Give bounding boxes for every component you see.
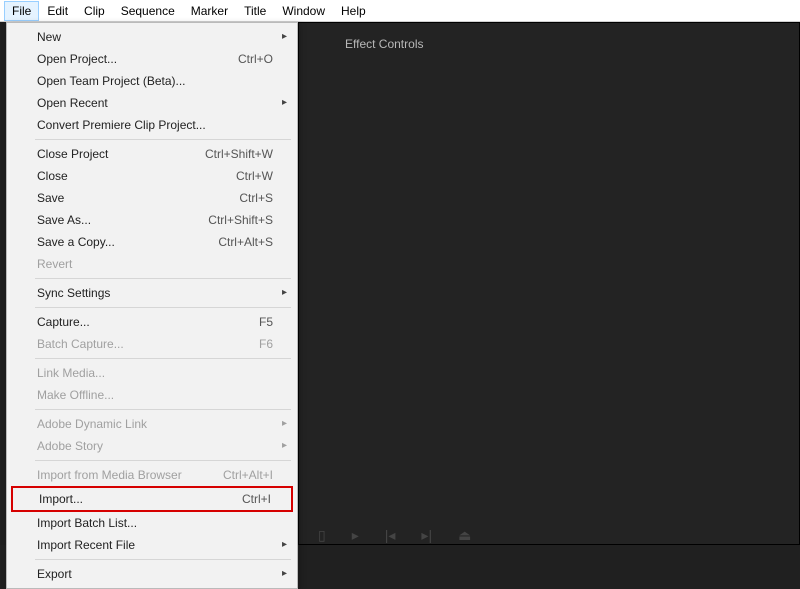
- menu-item-label: Open Project...: [37, 51, 117, 67]
- menu-item-export[interactable]: Export ▸: [9, 563, 295, 585]
- menu-item-label: Import...: [39, 491, 83, 507]
- menu-item-label: Save As...: [37, 212, 91, 228]
- menubar-item-edit[interactable]: Edit: [39, 1, 76, 21]
- chevron-right-icon: ▸: [282, 285, 287, 301]
- menu-item-import-batch-list[interactable]: Import Batch List...: [9, 512, 295, 534]
- menu-item-label: New: [37, 29, 61, 45]
- chevron-right-icon: ▸: [282, 416, 287, 432]
- menu-item-import[interactable]: Import... Ctrl+I: [13, 488, 291, 510]
- menu-separator: [35, 559, 291, 560]
- menu-separator: [35, 409, 291, 410]
- menu-item-shortcut: Ctrl+W: [236, 168, 273, 184]
- menu-item-shortcut: Ctrl+S: [239, 190, 273, 206]
- file-menu-dropdown: New ▸ Open Project... Ctrl+O Open Team Proje…: [6, 22, 298, 589]
- menu-item-label: Close: [37, 168, 68, 184]
- menu-item-label: Capture...: [37, 314, 90, 330]
- menu-item-label: Close Project: [37, 146, 108, 162]
- menubar-item-help[interactable]: Help: [333, 1, 374, 21]
- menu-item-label: Open Recent: [37, 95, 108, 111]
- effect-controls-panel: Effect Controls: [298, 22, 800, 545]
- menu-item-shortcut: Ctrl+Shift+W: [205, 146, 273, 162]
- menu-separator: [35, 139, 291, 140]
- menu-separator: [35, 358, 291, 359]
- menu-item-link-media: Link Media...: [9, 362, 295, 384]
- chevron-right-icon: ▸: [282, 95, 287, 111]
- menu-item-close-project[interactable]: Close Project Ctrl+Shift+W: [9, 143, 295, 165]
- menubar-item-marker[interactable]: Marker: [183, 1, 236, 21]
- menu-item-new[interactable]: New ▸: [9, 26, 295, 48]
- menubar-item-file[interactable]: File: [4, 1, 39, 21]
- menu-item-open-team-project-beta[interactable]: Open Team Project (Beta)...: [9, 70, 295, 92]
- menu-item-label: Export: [37, 566, 72, 582]
- menu-item-revert: Revert: [9, 253, 295, 275]
- chevron-right-icon: ▸: [282, 438, 287, 454]
- menu-item-label: Save a Copy...: [37, 234, 115, 250]
- menubar-item-title[interactable]: Title: [236, 1, 274, 21]
- menu-item-save-as[interactable]: Save As... Ctrl+Shift+S: [9, 209, 295, 231]
- step-fwd-icon[interactable]: ▸|: [421, 527, 432, 544]
- menu-item-open-recent[interactable]: Open Recent ▸: [9, 92, 295, 114]
- menubar-item-clip[interactable]: Clip: [76, 1, 113, 21]
- menu-item-convert-premiere-clip-project[interactable]: Convert Premiere Clip Project...: [9, 114, 295, 136]
- menu-item-label: Sync Settings: [37, 285, 110, 301]
- chevron-right-icon: ▸: [282, 566, 287, 582]
- menu-item-save-a-copy[interactable]: Save a Copy... Ctrl+Alt+S: [9, 231, 295, 253]
- highlight-import: Import... Ctrl+I: [11, 486, 293, 512]
- menu-separator: [35, 307, 291, 308]
- menu-item-shortcut: Ctrl+Alt+S: [218, 234, 273, 250]
- menu-item-open-project[interactable]: Open Project... Ctrl+O: [9, 48, 295, 70]
- menu-item-label: Save: [37, 190, 64, 206]
- menu-separator: [35, 460, 291, 461]
- menu-separator: [35, 278, 291, 279]
- menu-item-shortcut: Ctrl+Alt+I: [223, 467, 273, 483]
- menu-item-batch-capture: Batch Capture... F6: [9, 333, 295, 355]
- menu-item-capture[interactable]: Capture... F5: [9, 311, 295, 333]
- menu-item-save[interactable]: Save Ctrl+S: [9, 187, 295, 209]
- menu-item-import-from-media-browser: Import from Media Browser Ctrl+Alt+I: [9, 464, 295, 486]
- menu-item-shortcut: Ctrl+O: [238, 51, 273, 67]
- menu-item-label: Open Team Project (Beta)...: [37, 73, 186, 89]
- panel-tab-effect-controls[interactable]: Effect Controls: [299, 23, 799, 51]
- menu-item-shortcut: Ctrl+Shift+S: [208, 212, 273, 228]
- menu-item-label: Import from Media Browser: [37, 467, 182, 483]
- menu-item-close[interactable]: Close Ctrl+W: [9, 165, 295, 187]
- menu-item-label: Adobe Dynamic Link: [37, 416, 147, 432]
- menu-item-label: Make Offline...: [37, 387, 114, 403]
- menu-item-label: Batch Capture...: [37, 336, 124, 352]
- chevron-right-icon: ▸: [282, 29, 287, 45]
- menu-item-label: Adobe Story: [37, 438, 103, 454]
- menubar: FileEditClipSequenceMarkerTitleWindowHel…: [0, 0, 800, 22]
- step-back-icon[interactable]: |◂: [385, 527, 396, 544]
- menubar-item-window[interactable]: Window: [274, 1, 333, 21]
- menu-item-adobe-dynamic-link: Adobe Dynamic Link ▸: [9, 413, 295, 435]
- camera-icon[interactable]: ⏏: [458, 527, 471, 544]
- menu-item-label: Convert Premiere Clip Project...: [37, 117, 206, 133]
- menu-item-make-offline: Make Offline...: [9, 384, 295, 406]
- menu-item-label: Revert: [37, 256, 72, 272]
- prev-icon[interactable]: ▯: [318, 527, 326, 544]
- menu-item-import-recent-file[interactable]: Import Recent File ▸: [9, 534, 295, 556]
- menu-item-shortcut: Ctrl+I: [242, 491, 271, 507]
- transport-controls: ▯ ▸ |◂ ▸| ⏏: [318, 527, 471, 544]
- menu-item-label: Import Batch List...: [37, 515, 137, 531]
- chevron-right-icon: ▸: [282, 537, 287, 553]
- menu-item-shortcut: F6: [259, 336, 273, 352]
- menu-item-shortcut: F5: [259, 314, 273, 330]
- menu-item-label: Import Recent File: [37, 537, 135, 553]
- menubar-item-sequence[interactable]: Sequence: [113, 1, 183, 21]
- menu-item-sync-settings[interactable]: Sync Settings ▸: [9, 282, 295, 304]
- play-icon[interactable]: ▸: [352, 527, 359, 544]
- menu-item-label: Link Media...: [37, 365, 105, 381]
- menu-item-adobe-story: Adobe Story ▸: [9, 435, 295, 457]
